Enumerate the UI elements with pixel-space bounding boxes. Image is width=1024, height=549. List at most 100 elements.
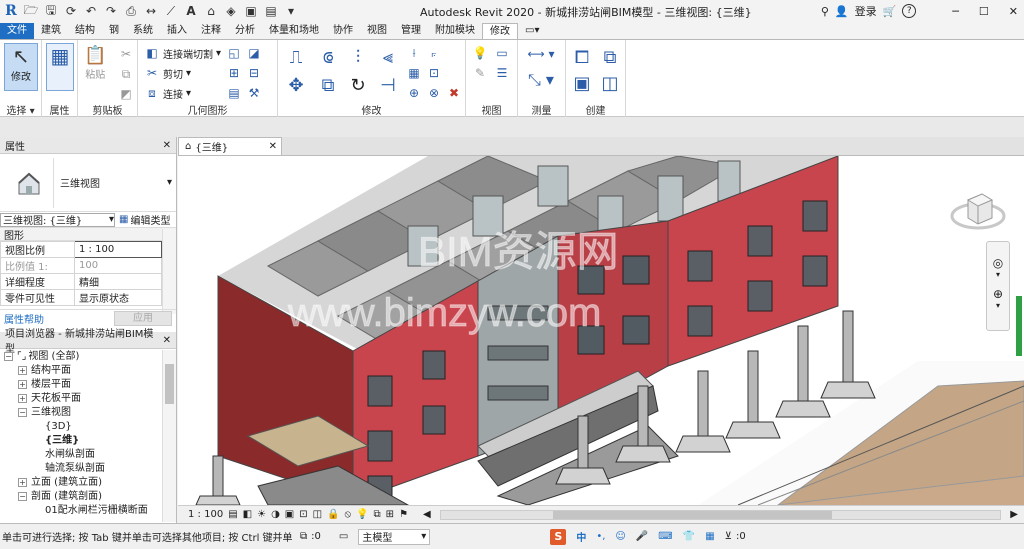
browser-item[interactable]: + 天花板平面 <box>4 392 160 406</box>
3d-view-icon[interactable]: ⌂ <box>202 2 220 20</box>
delete-icon[interactable]: ✖ <box>446 85 462 101</box>
copy-element-icon[interactable]: ⧉ <box>316 74 340 96</box>
bulb-icon[interactable]: 💡 <box>472 45 488 61</box>
paint-icon[interactable]: ◪ <box>246 45 262 61</box>
help-icon[interactable]: ? <box>902 4 917 18</box>
expand-icon[interactable]: + <box>18 393 27 403</box>
mirror-axis-icon[interactable]: ⫶ <box>346 46 370 68</box>
apply-button[interactable]: 应用 <box>114 311 172 326</box>
collapse-icon[interactable]: − <box>4 351 13 361</box>
mirror-line-icon[interactable]: ⫷ <box>376 46 400 68</box>
scroll-right-icon[interactable]: ▶ <box>1010 509 1018 520</box>
sun-path-icon[interactable]: ☀ <box>257 509 266 520</box>
scroll-indicator[interactable] <box>1016 296 1022 356</box>
reveal-hidden-icon[interactable]: 💡 <box>356 509 368 520</box>
worksharing-icon[interactable]: ⧉ <box>374 509 381 520</box>
visual-style-icon[interactable]: ◧ <box>243 509 252 520</box>
switch-windows-icon[interactable]: ▤ <box>262 2 280 20</box>
scale-icon[interactable]: ⊡ <box>426 65 442 81</box>
browser-item[interactable]: + 结构平面 <box>4 364 160 378</box>
array-icon[interactable]: ▦ <box>406 65 422 81</box>
search-icon[interactable]: ⚲ <box>821 5 829 18</box>
properties-scrollbar[interactable] <box>162 229 176 314</box>
save-icon[interactable]: 🖫 <box>42 2 60 20</box>
toolbox-icon[interactable]: ▦ <box>705 531 714 542</box>
select-panel-label[interactable]: 选择 ▾ <box>0 102 41 117</box>
split-face-icon[interactable]: ◱ <box>226 45 242 61</box>
create-similar-icon[interactable]: ◫ <box>598 72 622 94</box>
login-label[interactable]: 登录 <box>855 3 877 19</box>
browser-item[interactable]: − 剖面 (建筑剖面) <box>4 490 160 504</box>
trim-icon[interactable]: ⊣ <box>376 74 400 96</box>
close-icon[interactable]: ✕ <box>269 141 277 152</box>
open-icon[interactable]: 🗁 <box>22 2 40 20</box>
aligned-dimension-icon[interactable]: ⤡ ▾ <box>524 70 558 89</box>
browser-item[interactable]: 01配水闸栏污栅横断面 <box>4 504 160 518</box>
unpin-icon[interactable]: ⊗ <box>426 85 442 101</box>
property-row[interactable]: 详细程度 精细 <box>0 273 162 290</box>
tab-9[interactable]: 协作 <box>326 23 360 39</box>
properties-help-link[interactable]: 属性帮助 <box>4 311 44 326</box>
close-icon[interactable]: ✕ <box>163 140 171 151</box>
tab-6[interactable]: 注释 <box>194 23 228 39</box>
filter-icon[interactable]: ⊻ <box>725 531 732 542</box>
model-canvas[interactable]: BIM资源网 www.bimzyw.com ◎ ▾ ⊕ ▾ <box>178 156 1024 505</box>
tab-10[interactable]: 视图 <box>360 23 394 39</box>
steering-wheel-icon[interactable]: ◎ <box>987 256 1009 270</box>
split-icon[interactable]: ⟊ <box>406 45 422 61</box>
group-graphics[interactable]: 图形⌃ <box>0 228 176 242</box>
tab-8[interactable]: 体量和场地 <box>262 23 326 39</box>
collapse-icon[interactable]: − <box>18 407 27 417</box>
cut-geometry-button[interactable]: ✂ 剪切 ▾ <box>144 65 191 81</box>
zoom-icon[interactable]: ⊕ <box>987 287 1009 301</box>
ribbon-toggle-icon[interactable]: ▭▾ <box>518 23 546 39</box>
tab-13[interactable]: 修改 <box>482 23 518 39</box>
close-icon[interactable]: ✕ <box>1009 5 1018 18</box>
tab-0[interactable]: 文件 <box>0 23 34 39</box>
modify-button[interactable]: ↖ 修改 <box>4 43 38 91</box>
temp-hide-icon[interactable]: ⦸ <box>345 509 352 520</box>
pen-icon[interactable]: ✎ <box>472 65 488 81</box>
shadows-icon[interactable]: ◑ <box>271 509 280 520</box>
design-options-icon[interactable]: ▭ <box>339 531 348 542</box>
property-value[interactable]: 100 <box>74 257 162 274</box>
sync-icon[interactable]: ⟳ <box>62 2 80 20</box>
cart-icon[interactable]: 🛒 <box>883 5 897 18</box>
cut-join-button[interactable]: ◧ 连接端切割 ▾ <box>144 45 221 61</box>
print-icon[interactable]: ⎙ <box>122 2 140 20</box>
close-icon[interactable]: ✕ <box>163 335 171 346</box>
type-selector[interactable]: 三维视图 ▾ <box>0 154 176 212</box>
section-icon[interactable]: ◈ <box>222 2 240 20</box>
wall-joins-icon[interactable]: ⊞ <box>226 65 242 81</box>
browser-item[interactable]: 轴流泵纵剖面 <box>4 462 160 476</box>
microphone-icon[interactable]: 🎤 <box>636 531 648 542</box>
property-value[interactable]: 显示原状态 <box>74 289 162 306</box>
browser-item[interactable]: 水闸纵剖面 <box>4 448 160 462</box>
maximize-icon[interactable]: ☐ <box>979 5 989 18</box>
hammer-icon[interactable]: ⚒ <box>246 85 262 101</box>
copy-icon[interactable]: ⧉ <box>118 66 134 82</box>
browser-item[interactable]: {三维} <box>4 434 160 448</box>
tab-1[interactable]: 建筑 <box>34 23 68 39</box>
demolish-icon[interactable]: ⊟ <box>246 65 262 81</box>
view-instance-selector[interactable]: 三维视图: {三维} ▾ <box>0 212 115 227</box>
align-icon[interactable]: ⎍ <box>284 46 308 68</box>
worksets-icon[interactable]: ⧉ <box>300 531 307 542</box>
split-gap-icon[interactable]: ⟔ <box>426 45 442 61</box>
expand-icon[interactable]: + <box>18 379 27 389</box>
properties-button[interactable]: ▦ <box>46 43 74 91</box>
emoji-icon[interactable]: ☺ <box>615 531 625 542</box>
browser-item[interactable]: − ⌜⌟ 视图 (全部) <box>4 350 160 364</box>
view-tab-3d[interactable]: ⌂ {三维} ✕ <box>178 137 282 155</box>
edit-type-button[interactable]: ▦ 编辑类型 <box>119 212 170 227</box>
pin-icon[interactable]: ⊕ <box>406 85 422 101</box>
create-assembly-icon[interactable]: ⧠ <box>570 46 594 68</box>
undo-icon[interactable]: ↶ <box>82 2 100 20</box>
property-row[interactable]: 视图比例 1 : 100 <box>0 241 162 258</box>
close-hidden-icon[interactable]: ▣ <box>242 2 260 20</box>
join-geometry-button[interactable]: ⧈ 连接 ▾ <box>144 85 191 101</box>
lock-view-icon[interactable]: 🔒 <box>327 509 339 520</box>
text-icon[interactable]: A <box>182 2 200 20</box>
browser-item[interactable]: {3D} <box>4 420 160 434</box>
browser-item[interactable]: − 三维视图 <box>4 406 160 420</box>
